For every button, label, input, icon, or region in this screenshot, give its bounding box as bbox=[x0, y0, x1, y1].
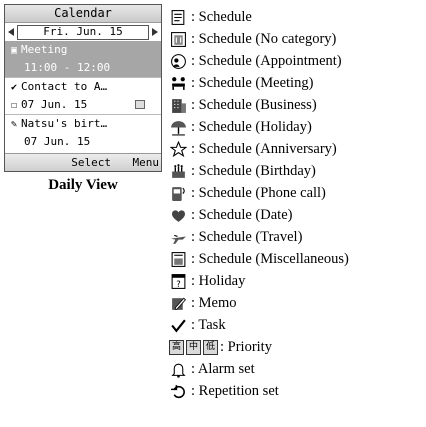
legend-item: : Schedule (Holiday) bbox=[169, 116, 424, 138]
priority-high-icon: 高 bbox=[169, 339, 184, 355]
list-item-date: 07 Jun. 15 bbox=[21, 98, 88, 111]
legend-label: : Alarm set bbox=[191, 361, 255, 377]
miscellaneous-icon bbox=[169, 250, 187, 268]
calendar-daily-view-screen: Calendar Fri. Jun. 15 ▣ Meeting 11:00 - 1… bbox=[4, 4, 162, 172]
legend-item: : Schedule (Birthday) bbox=[169, 160, 424, 182]
legend-label: : Schedule (Meeting) bbox=[191, 75, 314, 91]
legend-item: : Schedule (Date) bbox=[169, 204, 424, 226]
legend-item: 高 中 低 : Priority bbox=[169, 336, 424, 358]
legend-label: : Priority bbox=[220, 339, 272, 355]
priority-medium-icon: 中 bbox=[186, 339, 201, 355]
legend-label: : Schedule bbox=[191, 9, 252, 25]
list-item-memo[interactable]: ✎ Natsu's birt… bbox=[5, 114, 161, 133]
schedule-icon bbox=[169, 8, 187, 26]
holiday-calendar-icon: ? bbox=[169, 272, 187, 290]
list-item-time: 11:00 - 12:00 bbox=[24, 61, 111, 74]
current-date: Fri. Jun. 15 bbox=[17, 25, 149, 40]
legend-label: : Schedule (Holiday) bbox=[191, 119, 312, 135]
legend-label: : Memo bbox=[191, 295, 237, 311]
holiday-umbrella-icon bbox=[169, 118, 187, 136]
list-item-task-date[interactable]: ☐ 07 Jun. 15 bbox=[5, 96, 161, 114]
list-item-title: Natsu's birt… bbox=[21, 117, 108, 130]
list-item-meeting[interactable]: ▣ Meeting bbox=[5, 41, 161, 59]
legend-label: : Holiday bbox=[191, 273, 246, 289]
checkbox-icon: ☐ bbox=[10, 100, 18, 111]
legend-item: : Schedule (No category) bbox=[169, 28, 424, 50]
appointment-icon bbox=[169, 52, 187, 70]
legend-item: : Schedule (Travel) bbox=[169, 226, 424, 248]
view-caption: Daily View bbox=[48, 177, 118, 193]
legend-item: : Schedule (Business) bbox=[169, 94, 424, 116]
list-item-meeting-time[interactable]: 11:00 - 12:00 bbox=[5, 59, 161, 77]
legend-label: : Schedule (Date) bbox=[191, 207, 293, 223]
previous-day-arrow-icon[interactable] bbox=[8, 28, 14, 36]
list-item-title: Meeting bbox=[21, 43, 68, 56]
legend-label: : Schedule (Anniversary) bbox=[191, 141, 337, 157]
legend-label: : Schedule (Birthday) bbox=[191, 163, 316, 179]
legend-item: : Memo bbox=[169, 292, 424, 314]
legend-item: ? : Holiday bbox=[169, 270, 424, 292]
legend-item: : Alarm set bbox=[169, 358, 424, 380]
legend-label: : Schedule (Business) bbox=[191, 97, 317, 113]
birthday-cake-icon bbox=[169, 162, 187, 180]
meeting-icon: ▣ bbox=[10, 45, 18, 56]
legend-item: : Repetition set bbox=[169, 380, 424, 402]
list-item-memo-date[interactable]: 07 Jun. 15 bbox=[5, 133, 161, 151]
priority-icon bbox=[135, 100, 145, 109]
legend-item: : Schedule (Meeting) bbox=[169, 72, 424, 94]
legend-item: : Schedule (Appointment) bbox=[169, 50, 424, 72]
list-item-task[interactable]: ✔ Contact to A… bbox=[5, 77, 161, 96]
screen-title: Calendar bbox=[5, 5, 161, 23]
legend-label: : Schedule (Appointment) bbox=[191, 53, 342, 69]
legend-item: : Schedule (Anniversary) bbox=[169, 138, 424, 160]
meeting-icon bbox=[169, 74, 187, 92]
legend-label: : Schedule (Travel) bbox=[191, 229, 303, 245]
legend-item: : Schedule bbox=[169, 6, 424, 28]
icon-legend: : Schedule : Schedule (No category) : Sc… bbox=[169, 6, 424, 402]
no-category-icon bbox=[169, 30, 187, 48]
task-check-icon bbox=[169, 316, 187, 334]
date-heart-icon bbox=[169, 206, 187, 224]
legend-item: : Task bbox=[169, 314, 424, 336]
phone-call-icon bbox=[169, 184, 187, 202]
svg-text:?: ? bbox=[176, 279, 181, 289]
legend-label: : Schedule (No category) bbox=[191, 31, 337, 47]
memo-icon bbox=[169, 294, 187, 312]
legend-item: : Schedule (Miscellaneous) bbox=[169, 248, 424, 270]
business-icon bbox=[169, 96, 187, 114]
priority-icons: 高 中 低 bbox=[169, 339, 218, 355]
anniversary-star-icon bbox=[169, 140, 187, 158]
date-selector[interactable]: Fri. Jun. 15 bbox=[5, 24, 161, 40]
list-item-title: Contact to A… bbox=[21, 80, 108, 93]
legend-label: : Schedule (Miscellaneous) bbox=[191, 251, 349, 267]
alarm-bell-icon bbox=[169, 360, 187, 378]
legend-label: : Repetition set bbox=[191, 383, 279, 399]
menu-softkey[interactable]: Menu bbox=[133, 154, 160, 171]
priority-low-icon: 低 bbox=[203, 339, 218, 355]
memo-icon: ✎ bbox=[10, 119, 18, 130]
next-day-arrow-icon[interactable] bbox=[152, 28, 158, 36]
repetition-icon bbox=[169, 382, 187, 400]
legend-item: : Schedule (Phone call) bbox=[169, 182, 424, 204]
legend-label: : Schedule (Phone call) bbox=[191, 185, 326, 201]
softkey-bar: Select Menu bbox=[5, 153, 161, 171]
legend-label: : Task bbox=[191, 317, 226, 333]
list-item-date: 07 Jun. 15 bbox=[24, 135, 91, 148]
select-softkey[interactable]: Select bbox=[71, 154, 111, 171]
travel-plane-icon bbox=[169, 228, 187, 246]
task-check-icon: ✔ bbox=[10, 82, 18, 93]
